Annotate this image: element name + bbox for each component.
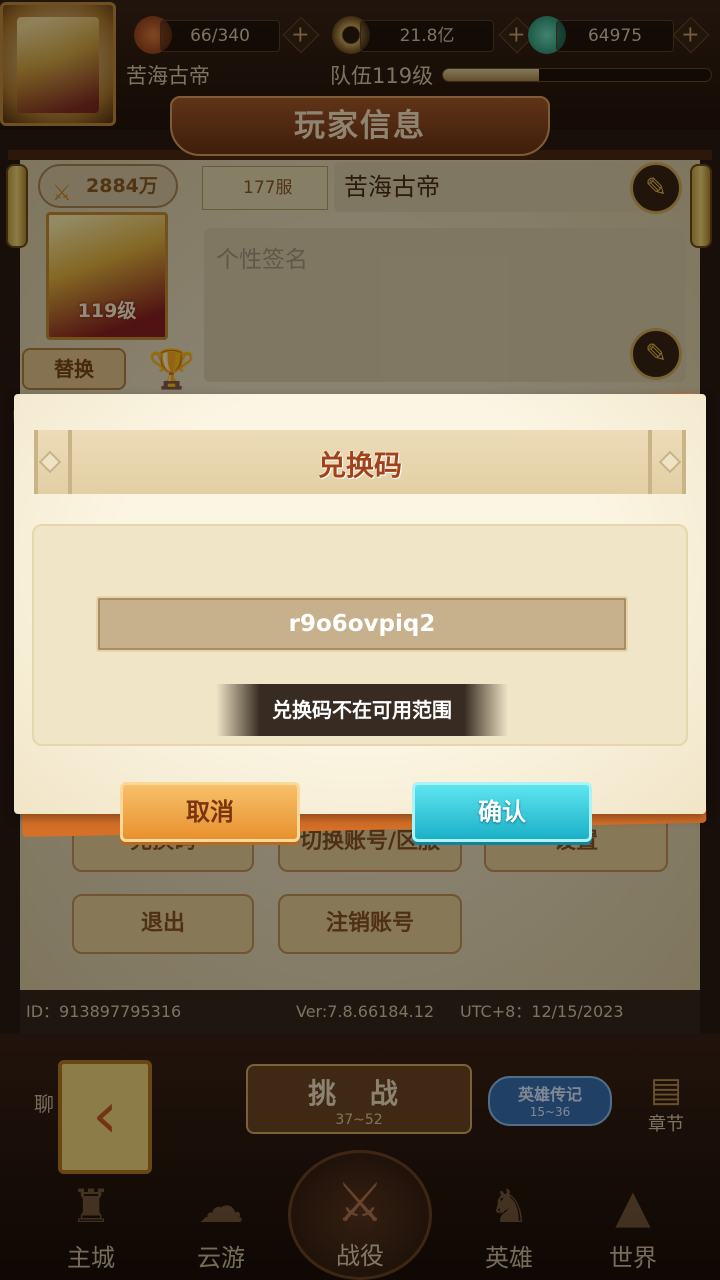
confirm-button[interactable]: 确认 bbox=[412, 782, 592, 842]
dialog-title: 兑换码 bbox=[317, 449, 402, 482]
cancel-button[interactable]: 取消 bbox=[120, 782, 300, 842]
redeem-code-input[interactable] bbox=[96, 596, 628, 652]
error-toast: 兑换码不在可用范围 bbox=[216, 684, 508, 736]
